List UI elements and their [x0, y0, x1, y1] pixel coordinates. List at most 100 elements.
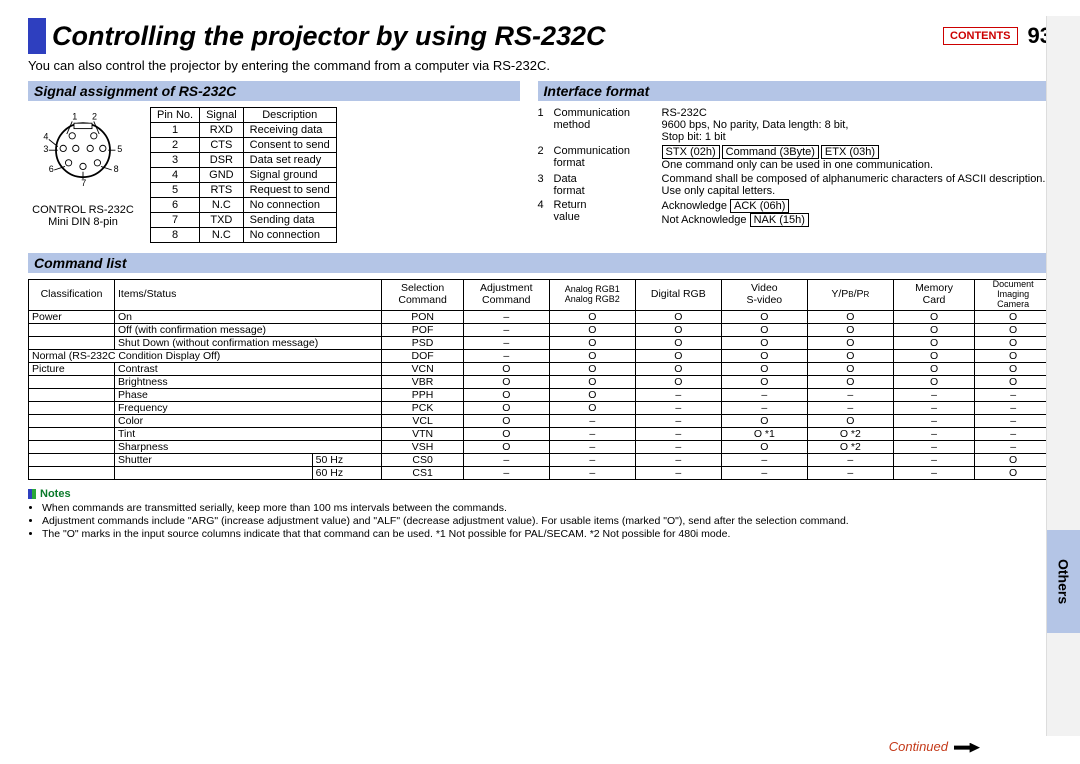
- intro-text: You can also control the projector by en…: [28, 58, 1052, 73]
- pin-desc: Sending data: [243, 213, 336, 228]
- side-tab-5[interactable]: [1046, 427, 1080, 530]
- if-num: 3: [538, 173, 554, 197]
- if-value: Acknowledge ACK (06h)Not Acknowledge NAK…: [662, 199, 1052, 227]
- table-row: BrightnessVBROOOOOOO: [29, 375, 1052, 388]
- pin-sig: DSR: [200, 153, 244, 168]
- cmd-h-argb: Analog RGB1Analog RGB2: [549, 280, 635, 311]
- note-item: Adjustment commands include "ARG" (incre…: [42, 515, 1052, 528]
- table-row: PictureContrastVCNOOOOOOO: [29, 362, 1052, 375]
- cmd-h-sel: SelectionCommand: [382, 280, 463, 311]
- if-value: Command shall be composed of alphanumeri…: [662, 173, 1052, 197]
- side-tab-1[interactable]: [1046, 16, 1080, 119]
- table-row: Off (with confirmation message)POF–OOOOO…: [29, 323, 1052, 336]
- command-heading: Command list: [28, 253, 1052, 273]
- pin-sig: RXD: [200, 123, 244, 138]
- table-row: Shutter50 HzCS0––––––O: [29, 453, 1052, 466]
- signal-assignment-section: Signal assignment of RS-232C 12 43 5 678: [28, 81, 520, 243]
- if-num: 2: [538, 145, 554, 171]
- side-tab-3[interactable]: [1046, 222, 1080, 325]
- contents-button[interactable]: CONTENTS: [943, 27, 1018, 45]
- pin-desc: Consent to send: [243, 138, 336, 153]
- pin-num: 3: [151, 153, 200, 168]
- pin-desc: Data set ready: [243, 153, 336, 168]
- table-row: FrequencyPCKOO–––––: [29, 401, 1052, 414]
- connector-label-2: Mini DIN 8-pin: [48, 216, 118, 228]
- notes-heading: Notes: [28, 488, 1052, 500]
- signal-heading: Signal assignment of RS-232C: [28, 81, 520, 101]
- table-row: Shut Down (without confirmation message)…: [29, 336, 1052, 349]
- if-num: 1: [538, 107, 554, 143]
- side-tab-7[interactable]: [1046, 633, 1080, 736]
- cmd-h-ypbpr: Y/PB/PR: [807, 280, 893, 311]
- if-num: 4: [538, 199, 554, 227]
- note-item: The "O" marks in the input source column…: [42, 528, 1052, 541]
- pin-num: 7: [151, 213, 200, 228]
- pin-desc: Signal ground: [243, 168, 336, 183]
- svg-text:6: 6: [49, 164, 54, 174]
- table-row: SharpnessVSHO––OO *2––: [29, 440, 1052, 453]
- cmd-h-mem: MemoryCard: [893, 280, 974, 311]
- title-accent: [28, 18, 46, 54]
- continued-indicator: Continued: [889, 739, 980, 754]
- cmd-h-class: Classification: [29, 280, 115, 311]
- table-row: 60 HzCS1––––––O: [29, 466, 1052, 479]
- table-row: ColorVCLO––OO––: [29, 414, 1052, 427]
- svg-text:1: 1: [72, 112, 77, 122]
- command-list-section: Command list Classification Items/Status…: [28, 253, 1052, 480]
- if-label: Communicationmethod: [554, 107, 662, 143]
- svg-text:3: 3: [43, 144, 48, 154]
- side-tab-others[interactable]: Others: [1046, 530, 1080, 633]
- svg-text:8: 8: [114, 164, 119, 174]
- pin-desc: No connection: [243, 228, 336, 243]
- pin-num: 2: [151, 138, 200, 153]
- pin-sig: RTS: [200, 183, 244, 198]
- cmd-h-doc: DocumentImagingCamera: [975, 280, 1052, 311]
- table-row: PowerOnPON–OOOOOO: [29, 310, 1052, 323]
- note-item: When commands are transmitted serially, …: [42, 502, 1052, 515]
- cmd-h-items: Items/Status: [115, 280, 382, 311]
- svg-text:7: 7: [81, 178, 86, 188]
- pin-h1: Pin No.: [151, 108, 200, 123]
- pin-desc: Request to send: [243, 183, 336, 198]
- cmd-h-adj: AdjustmentCommand: [463, 280, 549, 311]
- pin-sig: TXD: [200, 213, 244, 228]
- pin-table: Pin No. Signal Description 1RXDReceiving…: [150, 107, 337, 243]
- title-bar: Controlling the projector by using RS-23…: [28, 18, 1052, 54]
- pin-num: 5: [151, 183, 200, 198]
- table-row: PhasePPHOO–––––: [29, 388, 1052, 401]
- if-label: Dataformat: [554, 173, 662, 197]
- pin-num: 1: [151, 123, 200, 138]
- svg-text:5: 5: [117, 144, 122, 154]
- din-connector-diagram: 1 2 4 3 5 6 7 8 CONTROL RS-232CMini DIN 8-pi…: [28, 107, 138, 228]
- pin-sig: N.C: [200, 228, 244, 243]
- pin-h2: Signal: [200, 108, 244, 123]
- pin-num: 6: [151, 198, 200, 213]
- if-label: Returnvalue: [554, 199, 662, 227]
- pin-desc: Receiving data: [243, 123, 336, 138]
- if-label: Communicationformat: [554, 145, 662, 171]
- cmd-h-video: VideoS-video: [721, 280, 807, 311]
- pin-sig: N.C: [200, 198, 244, 213]
- svg-text:2: 2: [92, 112, 97, 122]
- pin-num: 8: [151, 228, 200, 243]
- command-table: Classification Items/Status SelectionCom…: [28, 279, 1052, 480]
- pin-sig: GND: [200, 168, 244, 183]
- pin-desc: No connection: [243, 198, 336, 213]
- pin-num: 4: [151, 168, 200, 183]
- table-row: TintVTNO––O *1O *2––: [29, 427, 1052, 440]
- interface-format-section: Interface format 1CommunicationmethodRS-…: [538, 81, 1052, 243]
- connector-label-1: CONTROL RS-232C: [32, 204, 134, 216]
- pin-sig: CTS: [200, 138, 244, 153]
- side-tab-4[interactable]: [1046, 325, 1080, 428]
- table-row: Normal (RS-232C Condition Display Off)DO…: [29, 349, 1052, 362]
- pin-h3: Description: [243, 108, 336, 123]
- side-tab-2[interactable]: [1046, 119, 1080, 222]
- side-tabs: Others: [1046, 16, 1080, 736]
- page-title: Controlling the projector by using RS-23…: [52, 21, 943, 52]
- notes-list: When commands are transmitted serially, …: [28, 502, 1052, 541]
- cmd-h-drgb: Digital RGB: [635, 280, 721, 311]
- interface-heading: Interface format: [538, 81, 1052, 101]
- if-value: STX (02h)Command (3Byte)ETX (03h)One com…: [662, 145, 1052, 171]
- svg-text:4: 4: [43, 131, 48, 141]
- if-value: RS-232C9600 bps, No parity, Data length:…: [662, 107, 1052, 143]
